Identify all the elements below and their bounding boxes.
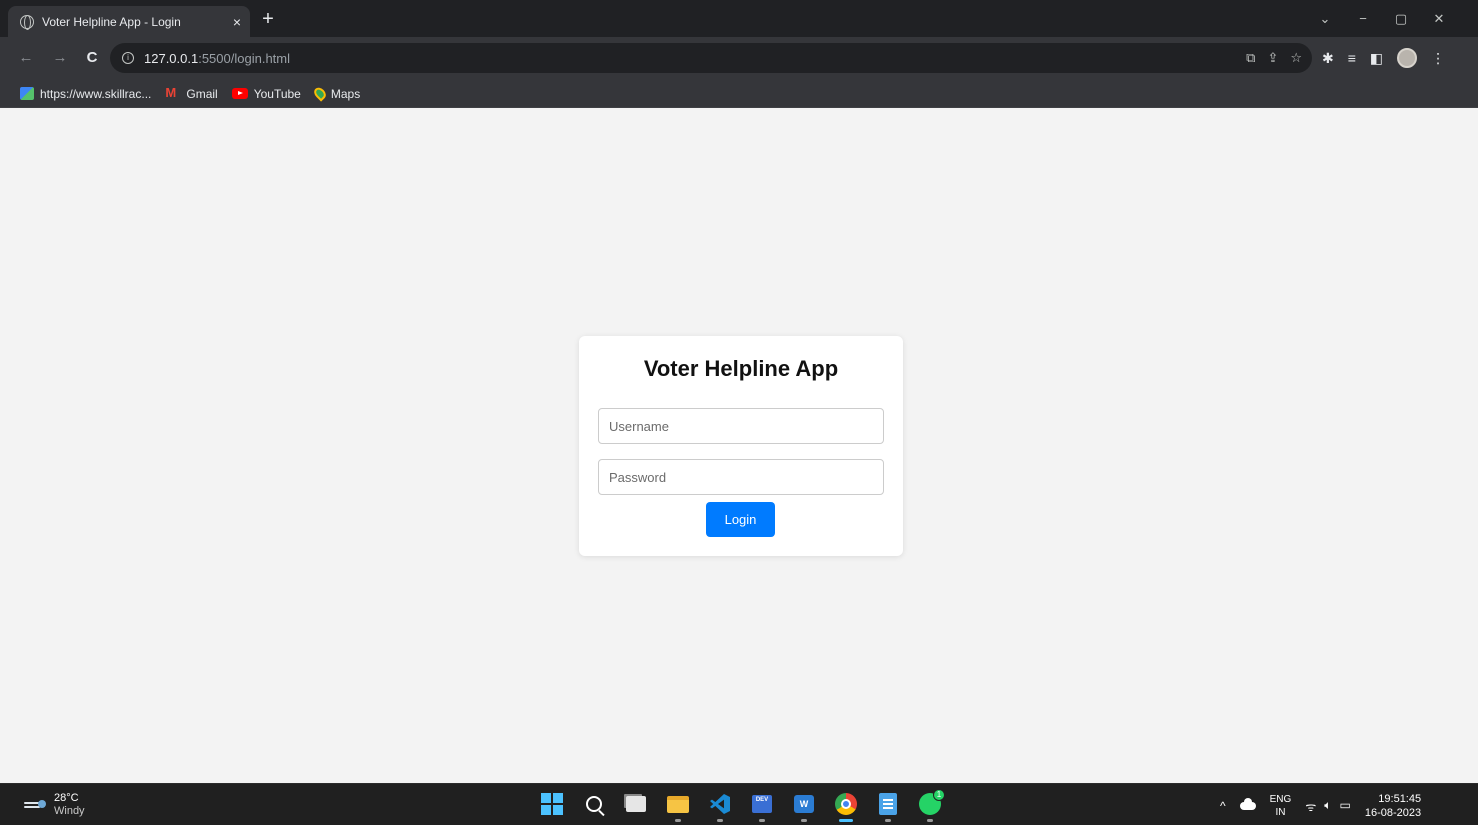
notification-badge: 1 xyxy=(933,789,945,801)
bookmark-maps[interactable]: Maps xyxy=(311,85,361,102)
weather-widget[interactable]: 28°C Windy xyxy=(24,792,85,818)
active-indicator xyxy=(839,819,853,822)
dev-app-button[interactable]: DEV xyxy=(748,790,776,822)
reload-button[interactable]: C xyxy=(82,48,102,68)
clock[interactable]: 19:51:45 16-08-2023 xyxy=(1365,792,1421,820)
url-path: :5500/login.html xyxy=(198,50,290,66)
task-view-button[interactable] xyxy=(622,790,650,818)
clock-time: 19:51:45 xyxy=(1378,793,1422,805)
password-input[interactable] xyxy=(598,459,884,495)
system-tray: ^ ENG IN ᯤ 🔈︎ ▭ 19:51:45 16-08-2023 xyxy=(1220,792,1421,820)
bookmark-label: Maps xyxy=(330,86,361,101)
restore-button[interactable]: ▢ xyxy=(1382,0,1420,37)
taskbar-apps: DEV W 1 xyxy=(538,789,945,822)
browser-toolbar: ← → C i 127.0.0.1:5500/login.html ⧉ ⇪ ☆ … xyxy=(0,37,1478,80)
file-explorer-button[interactable] xyxy=(664,790,692,822)
tab-search-button[interactable]: ⌄ xyxy=(1306,0,1344,37)
weather-condition: Windy xyxy=(54,805,85,817)
url-host: 127.0.0.1 xyxy=(144,50,199,66)
address-bar[interactable]: i 127.0.0.1:5500/login.html ⧉ ⇪ ☆ xyxy=(110,43,1312,73)
side-panel-icon[interactable]: ◧ xyxy=(1370,50,1383,67)
bookmark-skillrack[interactable]: https://www.skillrac... xyxy=(20,87,151,101)
start-button[interactable] xyxy=(538,790,566,818)
region-code: IN xyxy=(1275,807,1286,818)
word-icon: W xyxy=(794,795,814,813)
share-icon[interactable]: ⇪ xyxy=(1267,50,1278,66)
globe-icon xyxy=(20,14,34,30)
chrome-icon xyxy=(835,793,857,815)
wifi-icon: ᯤ xyxy=(1305,799,1317,814)
task-view-icon xyxy=(626,796,646,812)
tab-close-button[interactable]: × xyxy=(224,14,250,30)
login-button[interactable]: Login xyxy=(706,502,775,537)
vscode-button[interactable] xyxy=(706,790,734,822)
translate-icon[interactable]: ⧉ xyxy=(1246,50,1255,66)
language-code: ENG xyxy=(1269,794,1292,805)
skillrack-icon xyxy=(20,87,34,100)
bookmark-star-icon[interactable]: ☆ xyxy=(1290,50,1302,66)
chevron-up-icon[interactable]: ^ xyxy=(1220,799,1226,813)
gmail-icon xyxy=(165,85,180,100)
word-button[interactable]: W xyxy=(790,790,818,822)
system-status-icons[interactable]: ᯤ 🔈︎ ▭ xyxy=(1305,798,1351,815)
folder-icon xyxy=(667,795,689,813)
onedrive-cloud-icon[interactable] xyxy=(1239,798,1256,810)
search-button[interactable] xyxy=(580,790,608,818)
running-indicator xyxy=(801,819,807,822)
maps-icon xyxy=(311,85,328,102)
whatsapp-button[interactable]: 1 xyxy=(916,789,945,822)
username-input[interactable] xyxy=(598,408,884,444)
minimize-button[interactable]: − xyxy=(1344,0,1382,37)
whatsapp-icon: 1 xyxy=(919,789,945,815)
reading-list-icon[interactable]: ≡ xyxy=(1348,50,1356,66)
running-indicator xyxy=(759,819,765,822)
bookmark-label: YouTube xyxy=(253,86,301,101)
tab-title: Voter Helpline App - Login xyxy=(42,14,181,29)
new-tab-button[interactable]: + xyxy=(256,8,280,32)
windows-logo-icon xyxy=(541,793,563,815)
extensions-icon[interactable]: ✱ xyxy=(1322,50,1334,67)
wind-icon xyxy=(24,799,46,811)
running-indicator xyxy=(885,819,891,822)
battery-icon: ▭ xyxy=(1339,797,1351,812)
vscode-icon xyxy=(710,794,730,814)
forward-button[interactable]: → xyxy=(50,48,70,68)
profile-avatar[interactable] xyxy=(1397,48,1418,68)
bookmarks-bar: https://www.skillrac... Gmail YouTube Ma… xyxy=(0,80,1478,108)
browser-tab[interactable]: Voter Helpline App - Login × xyxy=(8,6,250,37)
language-indicator[interactable]: ENG IN xyxy=(1270,793,1292,819)
volume-icon: 🔈︎ xyxy=(1324,797,1332,812)
bookmark-gmail[interactable]: Gmail xyxy=(165,85,218,101)
notepad-icon xyxy=(879,793,897,815)
chrome-button[interactable] xyxy=(832,790,860,822)
back-button[interactable]: ← xyxy=(16,48,36,68)
running-indicator xyxy=(675,819,681,822)
bookmark-label: https://www.skillrac... xyxy=(40,86,152,101)
search-icon xyxy=(586,796,602,812)
dev-icon: DEV xyxy=(752,795,772,813)
running-indicator xyxy=(717,819,723,822)
bookmark-label: Gmail xyxy=(186,86,218,101)
windows-taskbar: 28°C Windy DEV W 1 ^ ENG IN ᯤ 🔈︎ ▭ 19:51… xyxy=(0,783,1478,825)
bookmark-youtube[interactable]: YouTube xyxy=(231,86,301,101)
running-indicator xyxy=(927,819,933,822)
notepad-button[interactable] xyxy=(874,790,902,822)
weather-temp: 28°C xyxy=(54,792,79,804)
menu-kebab-icon[interactable]: ⋮ xyxy=(1431,50,1445,67)
youtube-icon xyxy=(231,88,248,99)
site-info-icon[interactable]: i xyxy=(122,52,134,64)
clock-date: 16-08-2023 xyxy=(1364,807,1422,819)
browser-titlebar: Voter Helpline App - Login × + ⌄ − ▢ ✕ xyxy=(0,0,1478,37)
login-title: Voter Helpline App xyxy=(643,356,839,381)
login-card: Voter Helpline App Login xyxy=(579,336,903,556)
close-window-button[interactable]: ✕ xyxy=(1420,0,1458,37)
